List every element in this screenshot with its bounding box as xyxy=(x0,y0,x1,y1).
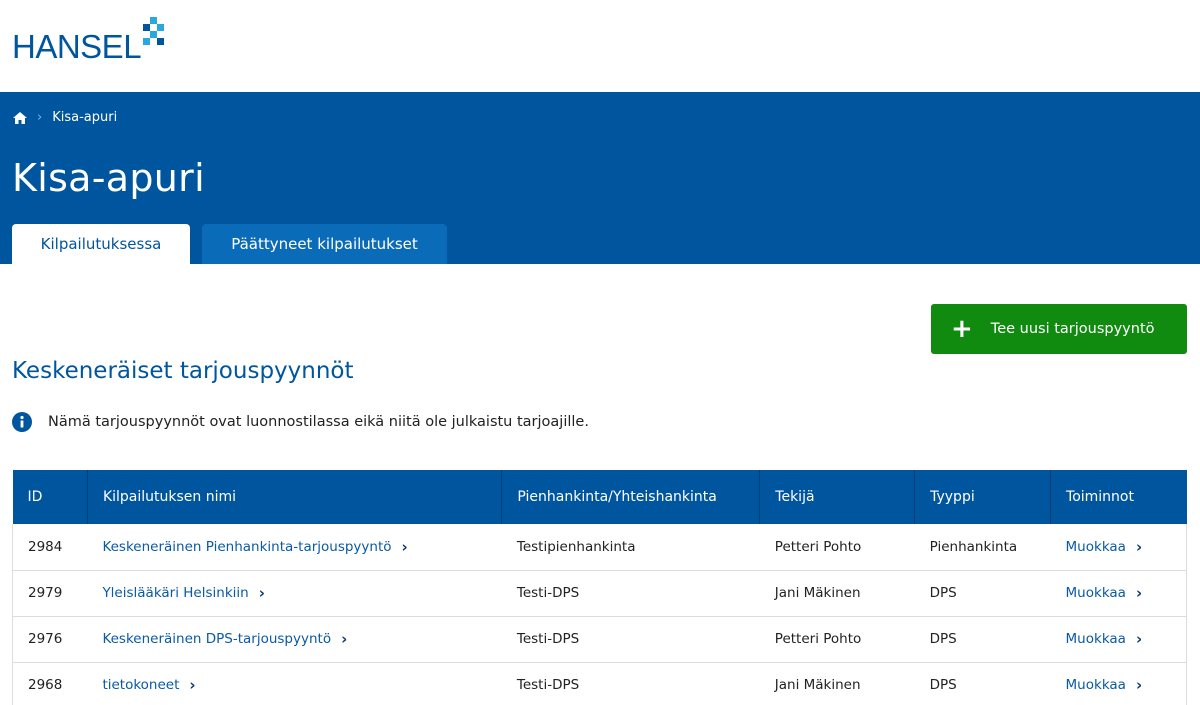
chevron-right-icon: › xyxy=(1135,630,1143,648)
chevron-right-icon: › xyxy=(401,537,408,556)
edit-link[interactable]: Muokkaa › xyxy=(1066,538,1143,556)
request-name-link[interactable]: Yleislääkäri Helsinkiin › xyxy=(102,584,264,602)
info-notice: Nämä tarjouspyynnöt ovat luonnostilassa … xyxy=(12,412,589,432)
cell-id: 2976 xyxy=(12,616,88,663)
breadcrumb-separator: › xyxy=(37,110,43,125)
edit-link-text: Muokkaa xyxy=(1065,585,1126,601)
request-name-text: Keskeneräinen Pienhankinta-tarjouspyyntö xyxy=(102,538,392,555)
requests-table: ID Kilpailutuksen nimi Pienhankinta/Yhte… xyxy=(12,470,1187,705)
cell-id: 2984 xyxy=(12,524,88,571)
edit-link[interactable]: Muokkaa › xyxy=(1066,630,1143,648)
table-row: 2979 Yleislääkäri Helsinkiin › Testi-DPS … xyxy=(12,570,1187,617)
column-header-id[interactable]: ID xyxy=(12,470,88,524)
chevron-right-icon: › xyxy=(1135,676,1143,694)
cell-actions: Muokkaa › xyxy=(1050,616,1187,663)
new-request-button[interactable]: + Tee uusi tarjouspyyntö xyxy=(931,304,1187,354)
new-request-label: Tee uusi tarjouspyyntö xyxy=(990,321,1155,337)
hansel-logo[interactable]: HANSEL xyxy=(12,17,169,63)
logo-text: HANSEL xyxy=(12,28,142,65)
cell-author: Petteri Pohto xyxy=(759,616,915,663)
cell-actions: Muokkaa › xyxy=(1050,662,1187,705)
column-header-procurement[interactable]: Pienhankinta/Yhteishankinta xyxy=(501,470,761,524)
table-row: 2976 Keskeneräinen DPS-tarjouspyyntö › Te… xyxy=(12,616,1187,663)
table-row: 2968 tietokoneet › Testi-DPS Jani Mäkinen… xyxy=(12,662,1187,705)
cell-name: tietokoneet › xyxy=(87,662,502,705)
request-name-text: tietokoneet xyxy=(102,677,180,693)
cell-author: Jani Mäkinen xyxy=(759,570,915,617)
cell-name: Keskeneräinen DPS-tarjouspyyntö › xyxy=(87,616,502,663)
cell-author: Petteri Pohto xyxy=(759,524,915,571)
request-name-link[interactable]: Keskeneräinen Pienhankinta-tarjouspyyntö… xyxy=(102,538,407,556)
cell-procurement: Testi-DPS xyxy=(501,662,760,705)
cell-id: 2979 xyxy=(12,570,88,617)
cell-actions: Muokkaa › xyxy=(1050,570,1187,617)
plus-icon: + xyxy=(951,314,973,344)
section-title: Keskeneräiset tarjouspyynnöt xyxy=(12,358,354,384)
breadcrumb: › Kisa-apuri xyxy=(13,110,117,125)
page-header: › Kisa-apuri Kisa-apuri Kilpailutuksessa… xyxy=(0,92,1200,264)
breadcrumb-current: Kisa-apuri xyxy=(52,110,118,125)
home-icon[interactable] xyxy=(13,111,27,124)
cell-id: 2968 xyxy=(12,662,88,705)
chevron-right-icon: › xyxy=(189,676,196,694)
page-title: Kisa-apuri xyxy=(12,156,205,200)
edit-link-text: Muokkaa xyxy=(1065,538,1126,555)
cell-procurement: Testipienhankinta xyxy=(501,524,760,571)
edit-link[interactable]: Muokkaa › xyxy=(1066,676,1143,694)
request-name-link[interactable]: Keskeneräinen DPS-tarjouspyyntö › xyxy=(102,630,347,648)
hansel-cross-logo-icon xyxy=(143,17,165,45)
cell-type: DPS xyxy=(914,616,1051,663)
cell-name: Keskeneräinen Pienhankinta-tarjouspyyntö… xyxy=(87,524,502,571)
request-name-link[interactable]: tietokoneet › xyxy=(102,676,195,694)
tab-kilpailutuksessa[interactable]: Kilpailutuksessa xyxy=(12,224,190,264)
column-header-author[interactable]: Tekijä xyxy=(759,470,916,524)
chevron-right-icon: › xyxy=(341,630,348,648)
cell-type: DPS xyxy=(914,662,1051,705)
column-header-actions: Toiminnot xyxy=(1050,470,1187,524)
chevron-right-icon: › xyxy=(258,584,265,602)
top-bar: HANSEL xyxy=(0,0,1200,92)
column-header-name[interactable]: Kilpailutuksen nimi xyxy=(87,470,503,524)
cell-type: Pienhankinta xyxy=(914,524,1051,571)
edit-link-text: Muokkaa xyxy=(1065,677,1126,693)
chevron-right-icon: › xyxy=(1135,537,1143,556)
cell-type: DPS xyxy=(914,570,1051,617)
column-header-type[interactable]: Tyyppi xyxy=(914,470,1052,524)
edit-link-text: Muokkaa xyxy=(1065,631,1126,647)
table-header-row: ID Kilpailutuksen nimi Pienhankinta/Yhte… xyxy=(12,470,1187,524)
info-text: Nämä tarjouspyynnöt ovat luonnostilassa … xyxy=(48,414,589,430)
cell-procurement: Testi-DPS xyxy=(501,616,760,663)
cell-actions: Muokkaa › xyxy=(1050,524,1187,571)
tab-paattyneet-kilpailutukset[interactable]: Päättyneet kilpailutukset xyxy=(202,224,447,264)
request-name-text: Keskeneräinen DPS-tarjouspyyntö xyxy=(102,631,332,647)
cell-name: Yleislääkäri Helsinkiin › xyxy=(87,570,502,617)
table-row: 2984 Keskeneräinen Pienhankinta-tarjousp… xyxy=(12,524,1187,571)
edit-link[interactable]: Muokkaa › xyxy=(1066,584,1143,602)
cell-procurement: Testi-DPS xyxy=(501,570,760,617)
request-name-text: Yleislääkäri Helsinkiin xyxy=(102,585,249,601)
cell-author: Jani Mäkinen xyxy=(759,662,915,705)
info-icon xyxy=(12,412,32,432)
chevron-right-icon: › xyxy=(1135,584,1143,602)
